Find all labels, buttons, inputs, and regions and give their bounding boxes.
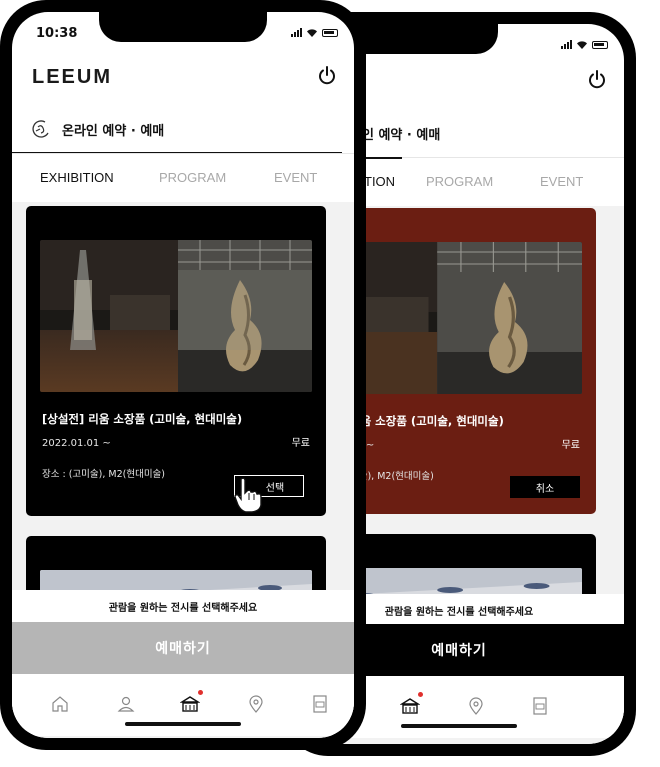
leeum-emblem-icon <box>32 120 49 138</box>
screen-left: 10:38 LEEUM 온라인 예약 · 예매 EXHIBITION PROGR… <box>12 12 354 738</box>
signal-icon <box>291 28 302 37</box>
home-indicator <box>125 722 241 726</box>
tab-exhibition[interactable]: EXHIBITION <box>40 170 114 185</box>
section-header: 온라인 예약 · 예매 <box>12 104 354 154</box>
status-icons <box>291 28 338 37</box>
museum-icon[interactable] <box>400 696 420 716</box>
cancel-button[interactable]: 취소 <box>510 476 580 498</box>
wifi-icon <box>577 41 587 49</box>
tab-event[interactable]: EVENT <box>540 174 583 189</box>
user-icon[interactable] <box>116 694 136 714</box>
book-button[interactable]: 예매하기 <box>12 622 354 674</box>
power-icon[interactable] <box>316 64 338 86</box>
notch <box>99 12 267 42</box>
wifi-icon <box>307 29 317 37</box>
bottom-nav <box>12 674 354 736</box>
museum-icon[interactable] <box>180 694 200 714</box>
tab-program[interactable]: PROGRAM <box>159 170 226 185</box>
notification-dot <box>198 690 203 695</box>
exhibition-price: 무료 <box>291 438 310 449</box>
tab-exhibition-cropped[interactable]: TION <box>364 174 395 189</box>
section-title: 온라인 예약 · 예매 <box>62 124 165 139</box>
cancel-button-label: 취소 <box>535 483 555 495</box>
select-button-label: 선택 <box>265 482 285 494</box>
tab-program[interactable]: PROGRAM <box>426 174 493 189</box>
ticket-icon[interactable] <box>530 696 550 716</box>
category-tabs: EXHIBITION PROGRAM EVENT <box>12 152 354 202</box>
location-pin-icon[interactable] <box>466 696 486 716</box>
power-icon[interactable] <box>586 68 608 90</box>
app-header: LEEUM <box>12 56 354 96</box>
location-pin-icon[interactable] <box>246 694 266 714</box>
status-time: 10:38 <box>36 26 78 41</box>
battery-icon <box>322 28 338 37</box>
exhibition-title: [상설전] 리움 소장품 (고미술, 현대미술) <box>42 412 243 426</box>
select-notice: 관람을 원하는 전시를 선택해주세요 <box>12 590 354 622</box>
battery-icon <box>592 40 608 49</box>
status-icons-right <box>561 40 608 49</box>
home-indicator <box>401 724 517 728</box>
phone-left: 10:38 LEEUM 온라인 예약 · 예매 EXHIBITION PROGR… <box>0 0 366 750</box>
hand-pointer-icon <box>234 477 262 513</box>
tab-event[interactable]: EVENT <box>274 170 317 185</box>
ticket-icon[interactable] <box>310 694 330 714</box>
exhibition-title-cropped: 리움 소장품 (고미술, 현대미술) <box>350 414 504 428</box>
tab-active-underline <box>12 152 342 153</box>
exhibition-card[interactable]: [상설전] 리움 소장품 (고미술, 현대미술) 2022.01.01 ~ 무료… <box>26 206 326 516</box>
exhibition-date: 2022.01.01 ~ <box>42 438 111 449</box>
exhibition-image <box>40 240 312 392</box>
exhibition-place: 장소 : (고미술), M2(현대미술) <box>42 469 166 480</box>
exhibition-price: 무료 <box>561 440 580 451</box>
notification-dot <box>418 692 423 697</box>
leeum-logo[interactable]: LEEUM <box>32 66 112 89</box>
signal-icon <box>561 40 572 49</box>
home-icon[interactable] <box>50 694 70 714</box>
